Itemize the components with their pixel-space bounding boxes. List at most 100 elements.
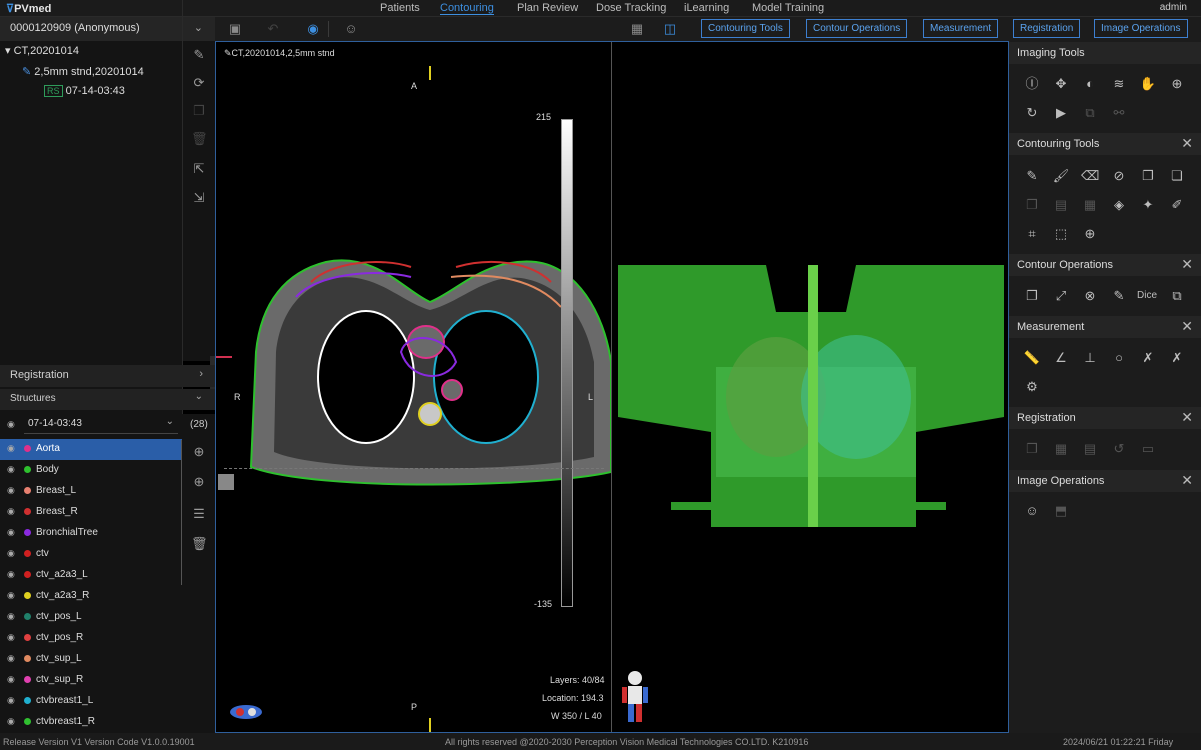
sync-icon[interactable]: ⟳ [191,75,207,91]
copy-slice-icon[interactable]: ❐ [1139,167,1157,185]
circle-icon[interactable]: ○ [1110,349,1128,367]
window-level-bar[interactable] [561,119,573,607]
tab-registration[interactable]: Registration [1013,19,1081,38]
structure-set-select[interactable]: 07-14-03:43 ⌄ [24,416,178,434]
structures-section[interactable]: Structures ⌄ [0,389,215,410]
reg-copy-icon[interactable]: ❐ [1023,440,1041,458]
tree-study[interactable]: ▾ CT,20201014 [5,44,79,57]
structure-row[interactable]: ◉ Breast_L [0,481,182,502]
eye-icon[interactable]: ◉ [7,632,15,643]
structure-row[interactable]: ◉ ctv_pos_L [0,607,182,628]
delete-icon[interactable]: 🗑 [191,131,208,147]
structure-row[interactable]: ◉ BronchialTree [0,523,182,544]
save-icon[interactable]: ▣ [227,21,243,37]
boolean-icon[interactable]: ⊗ [1081,287,1099,305]
expand-icon[interactable]: ⤢ [1052,287,1070,305]
tab-contouring-tools[interactable]: Contouring Tools [701,19,790,38]
tab-image-operations[interactable]: Image Operations [1094,19,1188,38]
nav-model-training[interactable]: Model Training [752,2,824,14]
structure-color-dot[interactable] [24,571,31,578]
duplicate-icon[interactable]: ❐ [1023,196,1041,214]
user-menu[interactable]: admin [1160,2,1187,13]
region-select-icon[interactable]: ⬚ [1052,225,1070,243]
registration-section[interactable]: Registration › [0,365,215,387]
eye-icon[interactable]: ◉ [7,716,15,727]
structure-row[interactable]: ◉ ctv_sup_L [0,649,182,670]
text-info-icon[interactable]: Ⓘ [1023,75,1041,93]
eye-icon[interactable]: ◉ [7,590,15,601]
nav-contouring[interactable]: Contouring [440,2,494,15]
layers-icon[interactable]: ≋ [1110,75,1128,93]
close-icon[interactable]: ✕ [1181,318,1193,335]
compare-icon[interactable]: ⧉ [1168,287,1186,305]
chevron-down-icon[interactable]: ⌄ [194,21,203,34]
close-icon[interactable]: ✕ [1181,135,1193,152]
eye-icon[interactable]: ◉ [7,611,15,622]
tree-rs[interactable]: RS 07-14-03:43 [44,85,125,97]
reg-grid-icon[interactable]: ▦ [1052,440,1070,458]
ai-head-icon[interactable]: ☺ [343,21,359,37]
pan-hand-icon[interactable]: ✋ [1139,75,1157,93]
structure-color-dot[interactable] [24,676,31,683]
eye-icon[interactable]: ◉ [7,506,15,517]
eye-icon[interactable]: ◉ [7,485,15,496]
import-icon[interactable]: ⇲ [191,190,207,206]
axial-ct-view[interactable]: A R L [216,62,611,502]
structure-color-dot[interactable] [24,697,31,704]
reg-table-icon[interactable]: ▤ [1081,440,1099,458]
edit-contour-icon[interactable]: ✎ [1110,287,1128,305]
perpendicular-icon[interactable]: ⊥ [1081,349,1099,367]
clear-measurement-icon[interactable]: ✗ [1139,349,1157,367]
3d-view-icon[interactable]: ⬒ [1052,502,1070,520]
nav-dose-tracking[interactable]: Dose Tracking [596,2,666,14]
edit-icon[interactable]: ✎ [191,47,207,63]
settings-sliders-icon[interactable]: ☰ [191,506,207,522]
eye-icon[interactable]: ◉ [7,443,15,454]
structure-row[interactable]: ◉ ctvbreast1_R [0,712,182,733]
link-icon[interactable]: ⚯ [1110,104,1128,122]
brush-icon[interactable]: 🖌 [1052,167,1070,185]
grid-layout-icon[interactable]: ▦ [629,21,645,37]
body-scan-icon[interactable]: ☺ [1023,502,1041,520]
eye-icon[interactable]: ◉ [7,527,15,538]
split-layout-icon[interactable]: ◫ [662,21,678,37]
ruler-handle[interactable] [218,474,234,490]
structure-color-dot[interactable] [24,613,31,620]
rotate-icon[interactable]: ↻ [1023,104,1041,122]
crop-icon[interactable]: ⌗ [1023,225,1041,243]
reg-calendar-icon[interactable]: ▭ [1139,440,1157,458]
eye-icon[interactable]: ◉ [7,548,15,559]
3d-render-view[interactable] [616,257,1008,537]
export-icon[interactable]: ⇱ [191,161,207,177]
viewport-divider[interactable] [611,42,612,732]
cine-icon[interactable]: ⧉ [1081,104,1099,122]
structure-row[interactable]: ◉ Breast_R [0,502,182,523]
structure-row[interactable]: ◉ ctv_pos_R [0,628,182,649]
structure-color-dot[interactable] [24,445,31,452]
structure-color-dot[interactable] [24,487,31,494]
eye-icon[interactable]: ◉ [7,419,15,430]
clear-icon[interactable]: ⊘ [1110,167,1128,185]
delete-icon[interactable]: 🗑 [191,536,208,552]
ai-contour-icon[interactable]: ◉ [305,21,321,37]
angle-icon[interactable]: ∠ [1052,349,1070,367]
eye-icon[interactable]: ◉ [7,653,15,664]
add-structure-group-icon[interactable]: ⊕ [191,474,207,490]
eraser-icon[interactable]: ⌫ [1081,167,1099,185]
move-icon[interactable]: ✥ [1052,75,1070,93]
adjust-icon[interactable]: ⊕ [1081,225,1099,243]
tab-contour-operations[interactable]: Contour Operations [806,19,908,38]
eye-icon[interactable]: ◉ [7,569,15,580]
structure-color-dot[interactable] [24,592,31,599]
pin-icon[interactable]: ✦ [1139,196,1157,214]
structure-color-dot[interactable] [24,634,31,641]
orientation-cube-icon[interactable] [226,702,266,722]
grid-fill-icon[interactable]: ▦ [1081,196,1099,214]
structure-color-dot[interactable] [24,529,31,536]
pencil-icon[interactable]: ✎ [1023,167,1041,185]
dropper-icon[interactable]: ✐ [1168,196,1186,214]
structure-row[interactable]: ◉ Body [0,460,182,481]
undo-icon[interactable]: ↶ [265,21,281,37]
tree-series[interactable]: ✎ 2,5mm stnd,20201014 [22,65,144,78]
eye-icon[interactable]: ◉ [7,464,15,475]
